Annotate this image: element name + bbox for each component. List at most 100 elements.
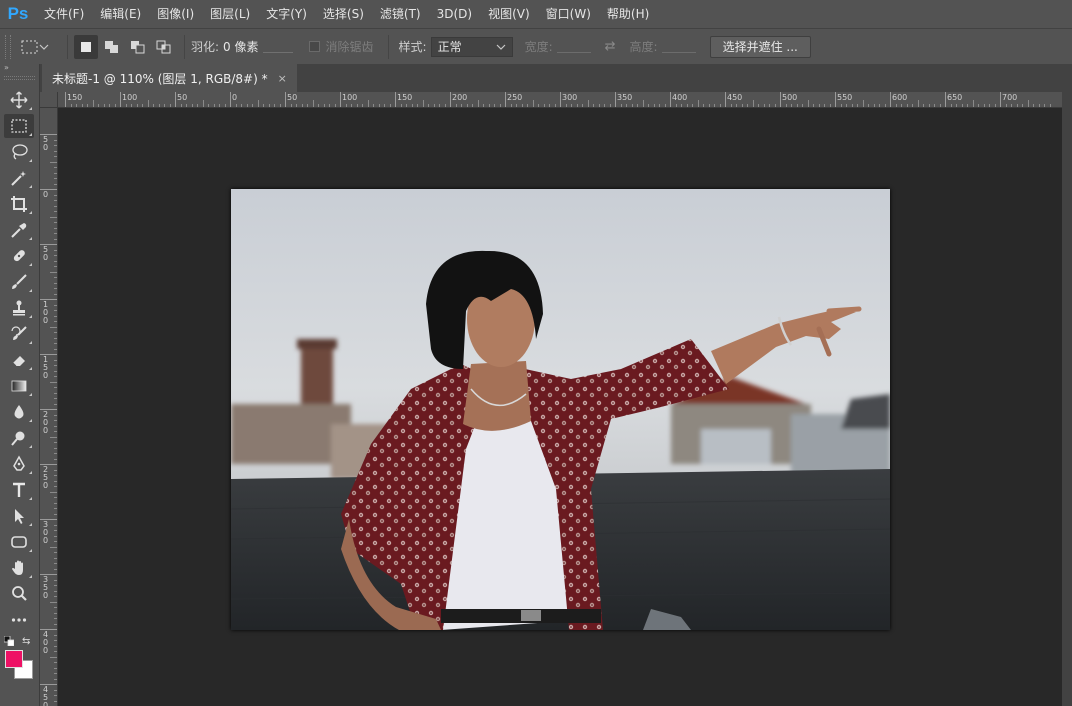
select-and-mask-button[interactable]: 选择并遮住 ... bbox=[709, 35, 811, 58]
type-tool-icon[interactable] bbox=[4, 478, 34, 502]
ruler-v-minor-tick bbox=[54, 343, 57, 344]
intersect-selection-icon bbox=[156, 40, 171, 53]
hand-tool-icon[interactable] bbox=[4, 556, 34, 580]
ruler-h-minor-tick bbox=[785, 104, 787, 107]
antialias-checkbox[interactable] bbox=[308, 41, 320, 52]
ruler-v-minor-tick bbox=[54, 563, 57, 564]
menu-image[interactable]: 图像(I) bbox=[149, 0, 202, 28]
move-tool-icon[interactable] bbox=[4, 88, 34, 112]
feather-input[interactable]: 0 像素 bbox=[223, 38, 258, 55]
ruler-h-minor-tick bbox=[147, 100, 149, 107]
clone-stamp-tool-icon[interactable] bbox=[4, 296, 34, 320]
height-label: 高度: bbox=[629, 40, 658, 54]
document-image[interactable] bbox=[231, 189, 890, 630]
ruler-v-minor-tick bbox=[54, 640, 57, 641]
canvas-scrollbar[interactable] bbox=[1062, 92, 1072, 706]
tool-preset-picker[interactable] bbox=[21, 40, 61, 54]
eyedropper-tool-icon[interactable] bbox=[4, 218, 34, 242]
new-selection-button[interactable] bbox=[74, 34, 98, 59]
ruler-h-minor-tick bbox=[158, 104, 160, 107]
ruler-h-minor-tick bbox=[807, 100, 809, 107]
menu-window[interactable]: 窗口(W) bbox=[538, 0, 599, 28]
vertical-ruler[interactable]: 50 0 50 100 150 200 250 300 350 400 450 bbox=[40, 108, 58, 706]
ruler-v-minor-tick bbox=[50, 381, 57, 383]
blur-tool-icon[interactable] bbox=[4, 400, 34, 424]
path-selection-tool-icon[interactable] bbox=[4, 504, 34, 528]
marquee-tool-icon[interactable] bbox=[4, 114, 34, 138]
gradient-tool-icon[interactable] bbox=[4, 374, 34, 398]
menu-view[interactable]: 视图(V) bbox=[480, 0, 538, 28]
ruler-h-minor-tick bbox=[433, 104, 435, 107]
ruler-v-label: 300 bbox=[43, 520, 49, 545]
brush-tool-icon[interactable] bbox=[4, 270, 34, 294]
swap-colors-icon[interactable]: ⇆ bbox=[22, 636, 30, 647]
eraser-tool-icon[interactable] bbox=[4, 348, 34, 372]
ruler-v-minor-tick bbox=[54, 695, 57, 696]
subtract-from-selection-button[interactable] bbox=[126, 35, 150, 59]
add-to-selection-button[interactable] bbox=[100, 35, 124, 59]
ruler-h-minor-tick bbox=[98, 104, 99, 107]
crop-tool-icon[interactable] bbox=[4, 192, 34, 216]
ruler-h-minor-tick bbox=[598, 104, 600, 107]
style-select[interactable]: 正常 bbox=[430, 36, 513, 57]
ruler-v-minor-tick bbox=[50, 601, 57, 603]
horizontal-ruler[interactable]: 150 100 50 0 50 100 150 200 250 300 350 400 450 500 55… bbox=[58, 92, 1062, 108]
width-input[interactable] bbox=[556, 41, 591, 53]
ruler-h-minor-tick bbox=[494, 104, 495, 107]
menu-layer[interactable]: 图层(L) bbox=[202, 0, 258, 28]
ruler-v-minor-tick bbox=[54, 222, 57, 223]
ruler-h-minor-tick bbox=[252, 104, 253, 107]
magic-wand-tool-icon[interactable] bbox=[4, 166, 34, 190]
history-brush-tool-icon[interactable] bbox=[4, 322, 34, 346]
menu-help[interactable]: 帮助(H) bbox=[599, 0, 657, 28]
healing-brush-tool-icon[interactable] bbox=[4, 244, 34, 268]
ruler-v-minor-tick bbox=[54, 634, 57, 636]
ruler-h-major-tick bbox=[1000, 92, 1001, 107]
pen-tool-icon[interactable] bbox=[4, 452, 34, 476]
menu-file[interactable]: 文件(F) bbox=[36, 0, 92, 28]
ruler-h-minor-tick bbox=[1016, 104, 1018, 107]
options-bar: 羽化: 0 像素 消除锯齿 样式: 正常 宽度: ⇄ 高度: 选择并遮住 ... bbox=[0, 28, 1072, 64]
default-colors-icon[interactable] bbox=[4, 636, 14, 646]
ruler-h-major-tick bbox=[890, 92, 891, 107]
ruler-v-minor-tick bbox=[50, 326, 57, 328]
dodge-tool-icon[interactable] bbox=[4, 426, 34, 450]
menu-type[interactable]: 文字(Y) bbox=[258, 0, 315, 28]
ruler-v-minor-tick bbox=[54, 453, 57, 454]
ruler-h-minor-tick bbox=[587, 100, 589, 107]
ruler-v-minor-tick bbox=[54, 480, 57, 482]
intersect-selection-button[interactable] bbox=[152, 35, 176, 59]
swap-width-height-icon[interactable]: ⇄ bbox=[605, 39, 616, 54]
ruler-v-minor-tick bbox=[54, 392, 57, 394]
ruler-h-minor-tick bbox=[87, 104, 88, 107]
options-bar-grip[interactable] bbox=[5, 34, 11, 59]
ruler-h-minor-tick bbox=[76, 104, 77, 107]
menu-filter[interactable]: 滤镜(T) bbox=[372, 0, 429, 28]
close-icon[interactable]: × bbox=[278, 72, 287, 85]
ruler-v-minor-tick bbox=[54, 596, 57, 597]
ruler-h-minor-tick bbox=[114, 104, 116, 107]
menu-edit[interactable]: 编辑(E) bbox=[92, 0, 149, 28]
menu-select[interactable]: 选择(S) bbox=[315, 0, 372, 28]
ps-logo: Ps bbox=[7, 4, 29, 23]
zoom-tool-icon[interactable] bbox=[4, 582, 34, 606]
ruler-v-minor-tick bbox=[54, 431, 57, 432]
ruler-h-minor-tick bbox=[384, 104, 385, 107]
toolbox-grip[interactable] bbox=[4, 76, 35, 80]
toolbox-collapse-icon[interactable]: » bbox=[0, 64, 39, 74]
document-tab[interactable]: 未标题-1 @ 110% (图层 1, RGB/8#) * × bbox=[42, 64, 297, 92]
lasso-tool-icon[interactable] bbox=[4, 140, 34, 164]
rectangle-tool-icon[interactable] bbox=[4, 530, 34, 554]
ruler-origin[interactable] bbox=[40, 92, 58, 108]
ruler-h-label: 650 bbox=[947, 93, 963, 102]
foreground-color-swatch[interactable] bbox=[5, 650, 23, 668]
ruler-v-label: 0 bbox=[43, 190, 49, 199]
ruler-h-minor-tick bbox=[219, 104, 220, 107]
height-input[interactable] bbox=[661, 41, 696, 53]
feather-label: 羽化: bbox=[191, 40, 220, 54]
ruler-h-minor-tick bbox=[169, 104, 171, 107]
menu-3d[interactable]: 3D(D) bbox=[429, 0, 480, 28]
ruler-v-minor-tick bbox=[54, 167, 57, 168]
more-tools-icon[interactable] bbox=[4, 608, 34, 632]
ruler-v-minor-tick bbox=[54, 359, 57, 361]
